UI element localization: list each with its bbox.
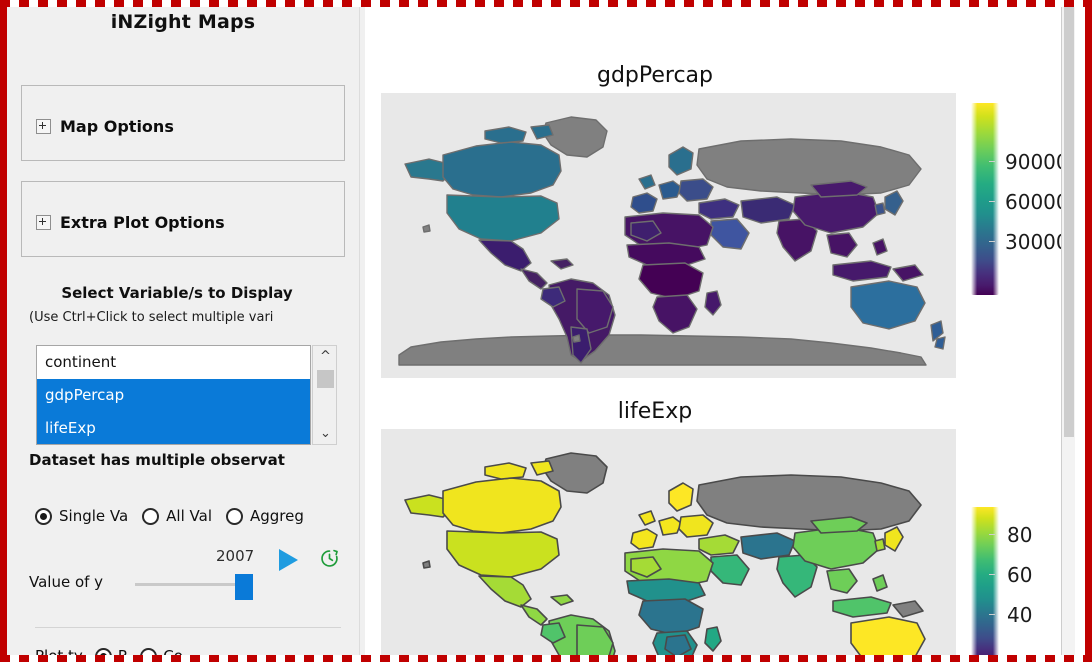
selection-frame-top (0, 0, 1092, 7)
time-slider-label: Value of y (29, 573, 104, 591)
observations-title: Dataset has multiple observat (29, 451, 285, 469)
collapser-map-options-label: Map Options (60, 117, 174, 136)
radio-icon[interactable] (35, 507, 52, 525)
plot-area: gdpPercap 90000 60000 30000 lifeExp 80 6… (365, 7, 1075, 655)
section-divider (35, 627, 341, 628)
legend-lifeexp: 80 60 40 (967, 507, 1067, 655)
control-sidebar: iNZight Maps Map Options Extra Plot Opti… (7, 7, 359, 655)
radio-plot-type-region-label: R (118, 647, 128, 655)
radio-single-value-label: Single Va (59, 507, 129, 525)
legend-tick-label: 90000 (1005, 150, 1069, 174)
world-map-gdppercap (398, 116, 946, 366)
collapser-map-options[interactable]: Map Options (21, 85, 345, 161)
radio-plot-type-contour[interactable]: Co (140, 647, 183, 655)
scrollbar-thumb[interactable] (317, 370, 334, 388)
select-variables-hint: (Use Ctrl+Click to select multiple vari (29, 310, 274, 325)
main-vertical-scrollbar[interactable] (1061, 7, 1075, 655)
scrollbar-thumb[interactable] (1064, 7, 1074, 437)
radio-icon[interactable] (142, 507, 160, 525)
selection-frame-left (0, 0, 7, 662)
collapser-extra-plot-options[interactable]: Extra Plot Options (21, 181, 345, 257)
window-content: iNZight Maps Map Options Extra Plot Opti… (7, 7, 1085, 655)
select-variables-title: Select Variable/s to Display (61, 284, 293, 302)
plot-title-lifeexp: lifeExp (617, 399, 693, 424)
radio-plot-type-contour-label: Co (163, 647, 183, 655)
legend-tick-label: 60000 (1005, 190, 1069, 214)
radio-single-value[interactable]: Single Va (35, 507, 128, 525)
chevron-up-icon[interactable]: ^ (313, 346, 338, 367)
legend-tick-label: 40 (1007, 603, 1033, 627)
radio-all-values-label: All Val (166, 507, 212, 525)
time-slider-value: 2007 (216, 547, 255, 565)
time-slider-thumb[interactable] (235, 574, 253, 600)
time-slider-block: Value of y 2007 (29, 547, 349, 607)
list-item[interactable]: lifeExp (37, 412, 310, 444)
radio-icon[interactable] (226, 507, 243, 525)
plus-icon[interactable] (36, 215, 51, 230)
chevron-down-icon[interactable]: ⌄ (313, 423, 338, 444)
radio-aggregate-label: Aggreg (250, 507, 304, 525)
selection-frame-bottom (0, 655, 1092, 662)
list-item[interactable]: gdpPercap (37, 379, 310, 412)
legend-colorbar (971, 507, 999, 655)
legend-tick-label: 60 (1007, 563, 1033, 587)
collapser-extra-plot-options-label: Extra Plot Options (60, 213, 225, 232)
plus-icon[interactable] (36, 119, 51, 134)
radio-plot-type-region[interactable]: R (94, 647, 128, 655)
page-title: iNZight Maps (110, 11, 256, 33)
radio-icon[interactable] (94, 647, 112, 655)
reset-clock-icon[interactable] (319, 548, 340, 569)
plot-title-gdppercap: gdpPercap (596, 63, 713, 88)
play-icon[interactable] (279, 549, 298, 571)
legend-gdppercap: 90000 60000 30000 (967, 103, 1069, 313)
map-panel-lifeexp[interactable] (381, 429, 956, 655)
radio-icon[interactable] (140, 647, 158, 655)
world-map-lifeexp (404, 452, 926, 655)
radio-aggregate[interactable]: Aggreg (226, 507, 304, 525)
variable-listbox[interactable]: continent gdpPercap lifeExp (36, 345, 311, 445)
plot-type-row: Plot ty R Co (35, 645, 345, 655)
legend-colorbar (971, 103, 999, 295)
map-panel-gdppercap[interactable] (381, 93, 956, 378)
selection-frame-right (1085, 0, 1092, 662)
observations-radio-group: Single Va All Val Aggreg (35, 507, 318, 525)
legend-tick-label: 80 (1007, 523, 1033, 547)
app-window: iNZight Maps Map Options Extra Plot Opti… (0, 0, 1092, 662)
list-item[interactable]: continent (37, 346, 310, 379)
plot-type-label: Plot ty (35, 647, 83, 655)
radio-all-values[interactable]: All Val (142, 507, 212, 525)
variable-listbox-scrollbar[interactable]: ^ ⌄ (312, 345, 337, 445)
legend-tick-label: 30000 (1005, 230, 1069, 254)
